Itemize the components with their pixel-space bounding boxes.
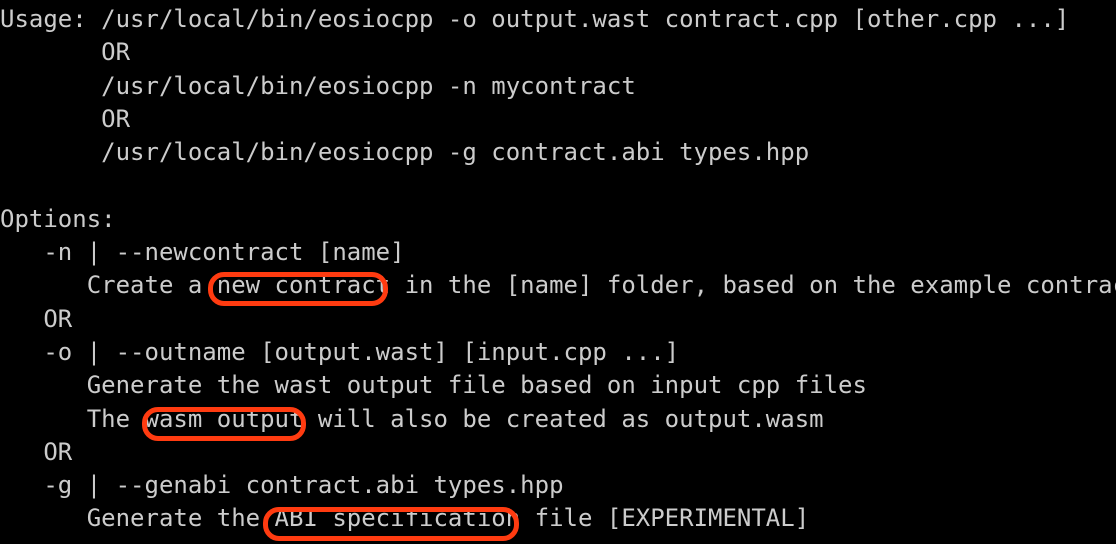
terminal-line-options-header: Options: (0, 204, 116, 233)
terminal-line: -g | --genabi contract.abi types.hpp (0, 471, 564, 500)
terminal-line: /usr/local/bin/eosiocpp -n mycontract (0, 71, 636, 100)
terminal-line: -n | --newcontract [name] (0, 238, 405, 267)
terminal-line: OR (0, 38, 131, 67)
terminal-line: -o | --outname [output.wast] [input.cpp … (0, 337, 680, 366)
terminal-line: /usr/local/bin/eosiocpp -g contract.abi … (0, 138, 810, 167)
terminal-line: OR (0, 104, 131, 133)
terminal-line: Create a new contract in the [name] fold… (0, 271, 1116, 300)
terminal-line: Generate the ABI specification file [EXP… (0, 504, 810, 533)
annotation-highlight-wasm-output (142, 407, 306, 441)
terminal-window: Usage: /usr/local/bin/eosiocpp -o output… (0, 0, 1116, 544)
annotation-highlight-abi-specification (263, 507, 519, 541)
terminal-output: Usage: /usr/local/bin/eosiocpp -o output… (0, 3, 1116, 536)
annotation-highlight-new-contract (208, 272, 388, 306)
terminal-line: Usage: /usr/local/bin/eosiocpp -o output… (0, 5, 1070, 33)
terminal-line: OR (0, 304, 73, 333)
terminal-line: Generate the wast output file based on i… (0, 371, 867, 400)
